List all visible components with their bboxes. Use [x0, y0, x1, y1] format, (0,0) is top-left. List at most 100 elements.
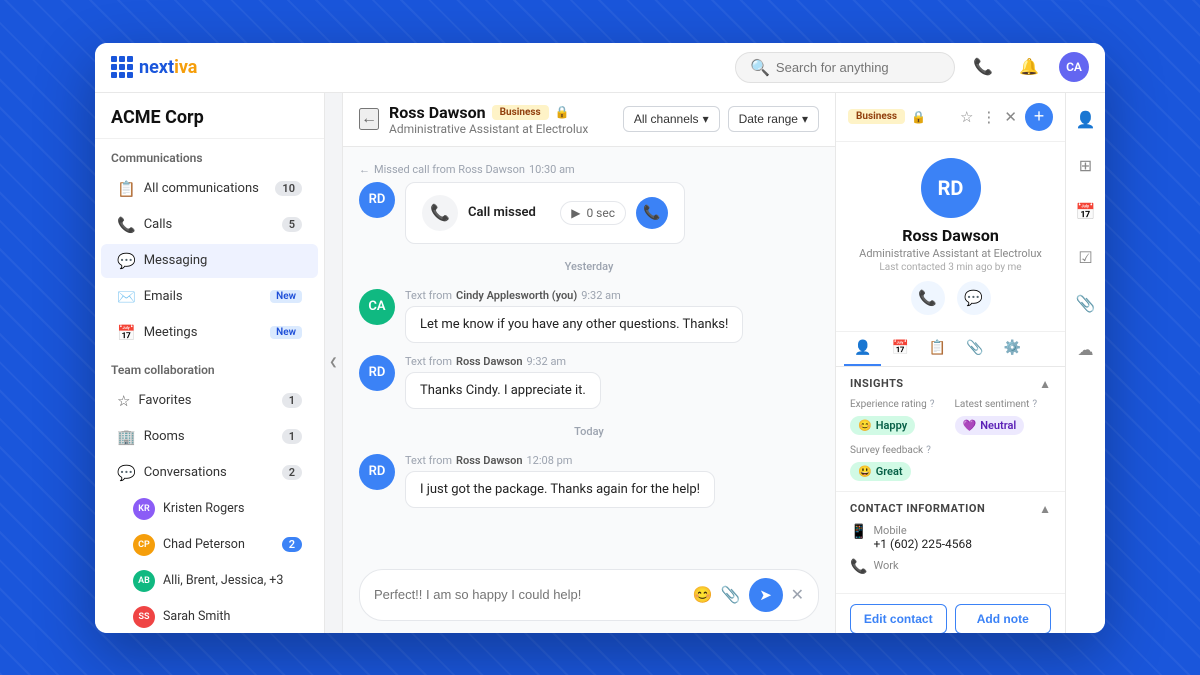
- sidebar-item-meetings[interactable]: 📅 Meetings New: [101, 316, 318, 350]
- survey-feedback-item: Survey feedback ? 😃 Great: [850, 445, 1051, 481]
- favorites-label: Favorites: [138, 393, 191, 408]
- voicemail-pill[interactable]: ▶ 0 sec: [560, 201, 626, 225]
- insights-grid: Experience rating ? 😊 Happy Latest senti…: [850, 399, 1051, 435]
- contact-avatar: RD: [921, 158, 981, 218]
- list-item-sarah[interactable]: SS Sarah Smith: [101, 600, 318, 633]
- close-input-button[interactable]: ✕: [791, 585, 804, 605]
- msg-meta-ross1: Text from Ross Dawson 9:32 am: [405, 355, 819, 368]
- contact-info-section: CONTACT INFORMATION ▲ 📱 Mobile +1 (602) …: [836, 491, 1065, 593]
- edit-contact-button[interactable]: Edit contact: [850, 604, 947, 633]
- contact-message-button[interactable]: 💬: [957, 281, 991, 315]
- insights-header: INSIGHTS ▲: [850, 377, 1051, 391]
- bell-icon-btn[interactable]: 🔔: [1013, 51, 1045, 83]
- help-icon: ?: [930, 399, 935, 410]
- chat-contact-subtitle: Administrative Assistant at Electrolux: [389, 122, 613, 136]
- all-channels-filter[interactable]: All channels ▾: [623, 106, 720, 132]
- experience-value: 😊 Happy: [850, 416, 915, 435]
- missed-call-icon: 📞: [422, 195, 458, 231]
- add-note-button[interactable]: Add note: [955, 604, 1052, 633]
- vert-calendar-icon[interactable]: 📅: [1071, 197, 1101, 227]
- vert-checklist-icon[interactable]: ☑: [1071, 243, 1101, 273]
- sentiment-label: Latest sentiment ?: [955, 399, 1052, 410]
- survey-label: Survey feedback ?: [850, 445, 1051, 456]
- calls-label: Calls: [144, 217, 173, 232]
- add-action-button[interactable]: +: [1025, 103, 1053, 131]
- sidebar-item-conversations[interactable]: 💬 Conversations 2: [101, 456, 318, 490]
- msg-bubble-cindy: Let me know if you have any other questi…: [405, 306, 743, 343]
- emoji-button[interactable]: 😊: [693, 585, 713, 605]
- emails-icon: ✉️: [117, 288, 136, 306]
- tab-person[interactable]: 👤: [844, 332, 881, 366]
- contact-info-title: CONTACT INFORMATION: [850, 502, 985, 515]
- star-button[interactable]: ☆: [960, 108, 973, 126]
- attach-button[interactable]: 📎: [721, 585, 741, 605]
- date-separator-yesterday: Yesterday: [359, 260, 819, 273]
- vert-paperclip-icon[interactable]: 📎: [1071, 289, 1101, 319]
- emails-label: Emails: [144, 289, 183, 304]
- work-phone-icon: 📞: [850, 559, 867, 575]
- mobile-phone-icon: 📱: [850, 524, 867, 540]
- search-input[interactable]: [776, 60, 940, 75]
- vert-cloud-icon[interactable]: ☁: [1071, 335, 1101, 365]
- logo-grid-icon: [111, 56, 133, 78]
- contact-call-button[interactable]: 📞: [911, 281, 945, 315]
- more-options-button[interactable]: ⋮: [981, 108, 996, 126]
- sidebar-item-favorites[interactable]: ☆ Favorites 1: [101, 384, 318, 418]
- chat-input-area: 😊 📎 ➤ ✕: [343, 557, 835, 633]
- list-item: RD Text from Ross Dawson 9:32 am Thanks …: [359, 355, 819, 409]
- phone-icon-btn[interactable]: 📞: [967, 51, 999, 83]
- call-back-button[interactable]: 📞: [636, 197, 668, 229]
- voicemail-time: 0 sec: [586, 206, 615, 220]
- chevron-up-icon2: ▲: [1039, 502, 1051, 516]
- chat-messages: ← Missed call from Ross Dawson 10:30 am …: [343, 147, 835, 557]
- rp-lock-icon: 🔒: [911, 110, 926, 124]
- sentiment-item: Latest sentiment ? 💜 Neutral: [955, 399, 1052, 435]
- sidebar-toggle[interactable]: ❮: [325, 93, 343, 633]
- meetings-label: Meetings: [144, 325, 198, 340]
- msg-sender-ross2: Ross Dawson: [456, 454, 522, 467]
- sidebar-item-rooms[interactable]: 🏢 Rooms 1: [101, 420, 318, 454]
- list-item-kristen[interactable]: KR Kristen Rogers: [101, 492, 318, 526]
- sidebar-item-emails[interactable]: ✉️ Emails New: [101, 280, 318, 314]
- business-badge: Business: [492, 105, 549, 120]
- contact-kristen-name: Kristen Rogers: [163, 501, 244, 516]
- user-avatar[interactable]: CA: [1059, 52, 1089, 82]
- rp-business-badge: Business: [848, 109, 905, 124]
- chat-input[interactable]: [374, 587, 685, 602]
- sidebar-item-calls[interactable]: 📞 Calls 5: [101, 208, 318, 242]
- happy-icon: 😊: [858, 419, 872, 432]
- contact-subtitle: Administrative Assistant at Electrolux: [859, 247, 1042, 260]
- rooms-label: Rooms: [144, 429, 185, 444]
- msg-content-ross2: Text from Ross Dawson 12:08 pm I just go…: [405, 454, 819, 508]
- close-panel-button[interactable]: ✕: [1004, 108, 1017, 126]
- msg-bubble-ross2: I just got the package. Thanks again for…: [405, 471, 715, 508]
- tab-list[interactable]: 📋: [919, 332, 956, 366]
- sidebar-item-all-communications[interactable]: 📋 All communications 10: [101, 172, 318, 206]
- tab-settings[interactable]: ⚙️: [994, 332, 1031, 366]
- contact-info-header: CONTACT INFORMATION ▲: [850, 502, 1051, 516]
- sidebar-item-messaging[interactable]: 💬 Messaging: [101, 244, 318, 278]
- back-button[interactable]: ←: [359, 108, 379, 130]
- lock-icon: 🔒: [555, 105, 570, 119]
- list-item-alli[interactable]: AB Alli, Brent, Jessica, +3: [101, 564, 318, 598]
- search-icon: 🔍: [750, 58, 770, 77]
- missed-call-actions: ▶ 0 sec 📞: [560, 197, 668, 229]
- chevron-left-icon: ❮: [329, 357, 337, 368]
- rooms-badge: 1: [282, 429, 302, 444]
- missed-call-meta: ← Missed call from Ross Dawson 10:30 am: [359, 163, 819, 176]
- search-bar[interactable]: 🔍: [735, 52, 955, 83]
- msg-time-cindy: 9:32 am: [581, 289, 621, 302]
- msg-bubble-ross1: Thanks Cindy. I appreciate it.: [405, 372, 601, 409]
- vert-person-icon[interactable]: 👤: [1071, 105, 1101, 135]
- list-item: CA Text from Cindy Applesworth (you) 9:3…: [359, 289, 819, 343]
- send-button[interactable]: ➤: [749, 578, 783, 612]
- date-range-filter[interactable]: Date range ▾: [728, 106, 819, 132]
- vert-grid-icon[interactable]: ⊞: [1071, 151, 1101, 181]
- tab-calendar[interactable]: 📅: [881, 332, 918, 366]
- avatar-rd-2: RD: [359, 454, 395, 490]
- logo-text: nextiva: [139, 57, 197, 78]
- list-item-chad[interactable]: CP Chad Peterson 2: [101, 528, 318, 562]
- tab-paperclip[interactable]: 📎: [956, 332, 993, 366]
- missed-call-text: Missed call from Ross Dawson: [374, 163, 525, 176]
- favorites-icon: ☆: [117, 392, 130, 410]
